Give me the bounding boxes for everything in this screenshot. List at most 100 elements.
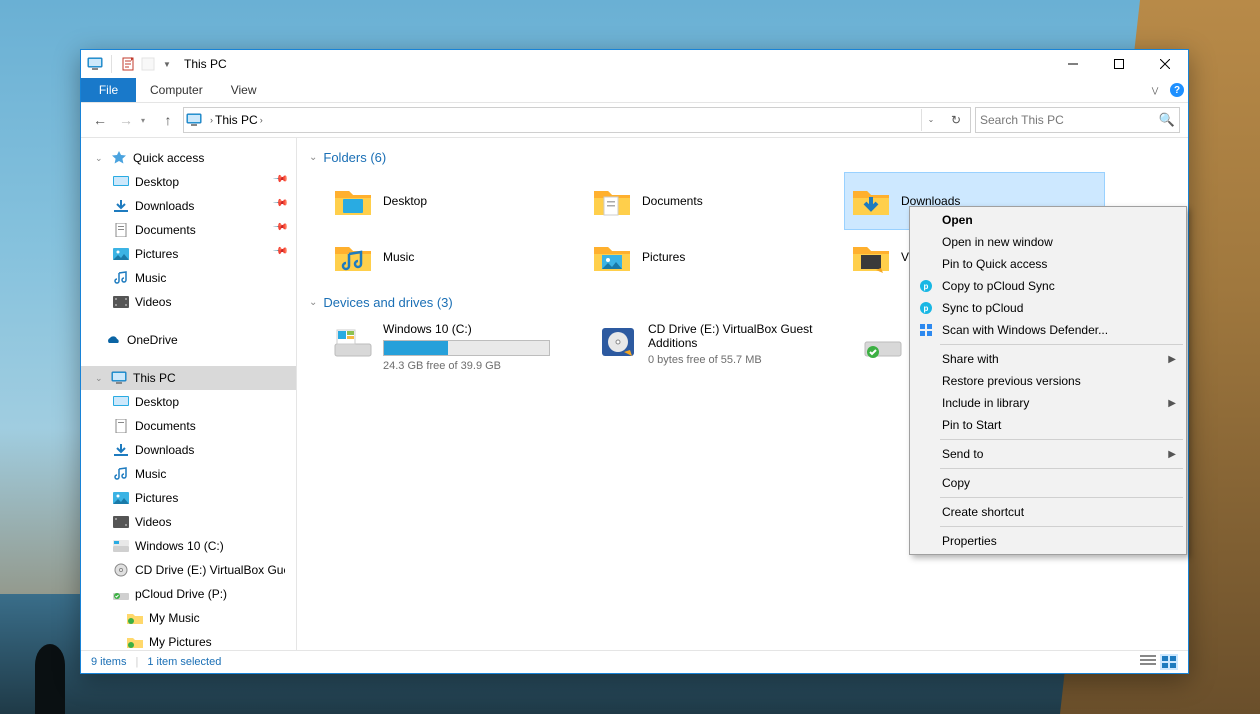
chevron-down-icon: ⌄ xyxy=(95,373,105,384)
navigation-pane[interactable]: ⌄ Quick access Desktop📌 Downloads📌 Docum… xyxy=(81,138,297,650)
cm-windows-defender[interactable]: Scan with Windows Defender... xyxy=(912,319,1184,341)
nav-pc-pictures[interactable]: Pictures xyxy=(81,486,296,510)
cm-pin-quick-access[interactable]: Pin to Quick access xyxy=(912,253,1184,275)
forward-button[interactable]: → xyxy=(115,109,137,131)
separator xyxy=(940,468,1183,469)
close-button[interactable] xyxy=(1142,50,1188,78)
download-icon xyxy=(113,442,129,458)
folder-documents[interactable]: Documents xyxy=(586,173,845,229)
nav-item-downloads[interactable]: Downloads📌 xyxy=(81,194,296,218)
address-bar[interactable]: › This PC › ⌄ ↻ xyxy=(183,107,971,133)
nav-quick-access[interactable]: ⌄ Quick access xyxy=(81,146,296,170)
context-menu: Open Open in new window Pin to Quick acc… xyxy=(909,206,1187,555)
nav-this-pc[interactable]: ⌄ This PC xyxy=(81,366,296,390)
this-pc-icon xyxy=(87,56,103,72)
drive-name: Windows 10 (C:) xyxy=(383,322,550,336)
nav-label: Videos xyxy=(135,515,171,529)
separator xyxy=(940,439,1183,440)
section-folders[interactable]: ⌄ Folders (6) xyxy=(309,150,1176,165)
pcloud-icon: p xyxy=(918,300,934,316)
onedrive-icon xyxy=(105,332,121,348)
large-icons-view-button[interactable] xyxy=(1160,654,1178,670)
search-input[interactable]: Search This PC 🔍 xyxy=(975,107,1180,133)
separator xyxy=(940,344,1183,345)
nav-pc-pcloud[interactable]: pCloud Drive (P:) xyxy=(81,582,296,606)
cm-open-new-window[interactable]: Open in new window xyxy=(912,231,1184,253)
cm-open[interactable]: Open xyxy=(912,209,1184,231)
cm-restore-versions[interactable]: Restore previous versions xyxy=(912,370,1184,392)
cd-icon xyxy=(113,562,129,578)
drive-c[interactable]: Windows 10 (C:) 24.3 GB free of 39.9 GB xyxy=(327,318,592,376)
chevron-right-icon: ▶ xyxy=(1168,354,1176,365)
folder-pictures[interactable]: Pictures xyxy=(586,229,845,285)
nav-pc-music[interactable]: Music xyxy=(81,462,296,486)
cm-copy[interactable]: Copy xyxy=(912,472,1184,494)
cm-include-library[interactable]: Include in library▶ xyxy=(912,392,1184,414)
nav-label: Documents xyxy=(135,419,196,433)
nav-pc-cdrive[interactable]: Windows 10 (C:) xyxy=(81,534,296,558)
chevron-down-icon: ⌄ xyxy=(95,153,105,164)
new-folder-icon[interactable] xyxy=(140,56,156,72)
music-icon xyxy=(113,270,129,286)
history-dropdown[interactable]: ▾ xyxy=(141,116,153,125)
tab-file[interactable]: File xyxy=(81,78,136,102)
folder-music[interactable]: Music xyxy=(327,229,586,285)
cm-sync-pcloud[interactable]: pSync to pCloud xyxy=(912,297,1184,319)
nav-pcloud-pictures[interactable]: My Pictures xyxy=(81,630,296,650)
this-pc-icon xyxy=(186,112,202,128)
ribbon-expand-button[interactable]: ⋁ xyxy=(1144,78,1166,102)
nav-label: OneDrive xyxy=(127,333,178,347)
nav-item-pictures[interactable]: Pictures📌 xyxy=(81,242,296,266)
cm-pin-start[interactable]: Pin to Start xyxy=(912,414,1184,436)
breadcrumb-root[interactable]: › This PC › xyxy=(206,113,267,127)
videos-icon xyxy=(113,514,129,530)
tab-view[interactable]: View xyxy=(217,78,271,102)
tab-computer[interactable]: Computer xyxy=(136,78,217,102)
nav-item-videos[interactable]: Videos xyxy=(81,290,296,314)
minimize-button[interactable] xyxy=(1050,50,1096,78)
folder-icon xyxy=(127,610,143,626)
folder-desktop[interactable]: Desktop xyxy=(327,173,586,229)
help-button[interactable]: ? xyxy=(1166,78,1188,102)
properties-icon[interactable] xyxy=(120,56,136,72)
qat-dropdown[interactable]: ▼ xyxy=(160,55,174,73)
nav-label: Music xyxy=(135,467,166,481)
cm-create-shortcut[interactable]: Create shortcut xyxy=(912,501,1184,523)
this-pc-icon xyxy=(111,370,127,386)
nav-onedrive[interactable]: OneDrive xyxy=(81,328,296,352)
svg-text:p: p xyxy=(924,282,929,291)
cm-properties[interactable]: Properties xyxy=(912,530,1184,552)
nav-label: pCloud Drive (P:) xyxy=(135,587,227,601)
star-icon xyxy=(111,150,127,166)
nav-pcloud-music[interactable]: My Music xyxy=(81,606,296,630)
nav-pc-desktop[interactable]: Desktop xyxy=(81,390,296,414)
titlebar: ▼ This PC xyxy=(81,50,1188,78)
nav-pc-documents[interactable]: Documents xyxy=(81,414,296,438)
refresh-button[interactable]: ↻ xyxy=(944,113,968,127)
drive-icon xyxy=(113,538,129,554)
cm-share-with[interactable]: Share with▶ xyxy=(912,348,1184,370)
cm-send-to[interactable]: Send to▶ xyxy=(912,443,1184,465)
chevron-down-icon: ⌄ xyxy=(309,152,317,163)
maximize-button[interactable] xyxy=(1096,50,1142,78)
nav-pc-videos[interactable]: Videos xyxy=(81,510,296,534)
nav-item-documents[interactable]: Documents📌 xyxy=(81,218,296,242)
back-button[interactable]: ← xyxy=(89,109,111,131)
details-view-button[interactable] xyxy=(1140,654,1156,670)
drive-cd[interactable]: CD Drive (E:) VirtualBox Guest Additions… xyxy=(592,318,857,376)
nav-item-desktop[interactable]: Desktop📌 xyxy=(81,170,296,194)
separator xyxy=(111,55,112,73)
nav-label: My Pictures xyxy=(149,635,212,649)
nav-pc-downloads[interactable]: Downloads xyxy=(81,438,296,462)
download-icon xyxy=(113,198,129,214)
cm-copy-pcloud[interactable]: pCopy to pCloud Sync xyxy=(912,275,1184,297)
folder-icon xyxy=(127,634,143,650)
nav-pc-cddrive[interactable]: CD Drive (E:) VirtualBox Guest A xyxy=(81,558,296,582)
up-button[interactable]: ↑ xyxy=(157,109,179,131)
nav-item-music[interactable]: Music xyxy=(81,266,296,290)
address-dropdown[interactable]: ⌄ xyxy=(921,109,940,131)
pin-icon: 📌 xyxy=(271,243,288,260)
nav-label: Downloads xyxy=(135,199,194,213)
separator xyxy=(940,497,1183,498)
drive-name: CD Drive (E:) VirtualBox Guest Additions xyxy=(648,322,818,350)
